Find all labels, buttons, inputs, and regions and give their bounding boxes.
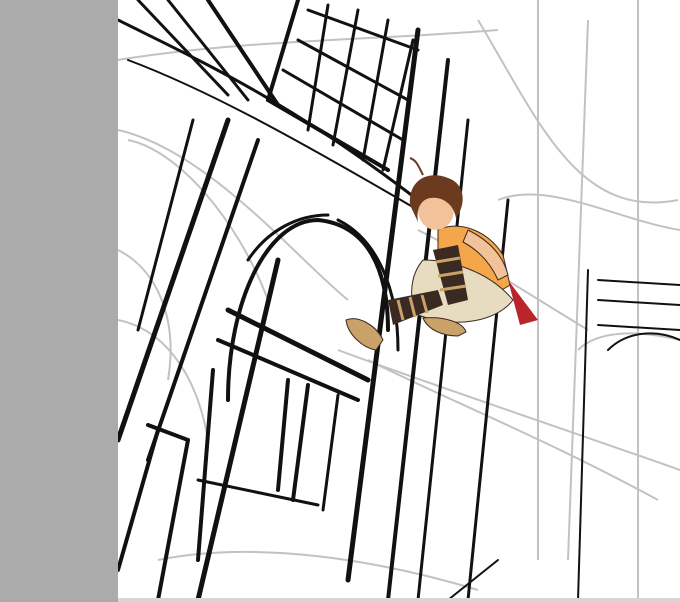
artwork <box>118 0 680 602</box>
cape <box>508 280 538 325</box>
drawing-app-window <box>0 0 680 602</box>
side-panel <box>0 0 118 602</box>
canvas-bottom-edge <box>118 598 680 602</box>
drawing-canvas[interactable] <box>118 0 680 602</box>
left-shoe <box>345 318 384 351</box>
